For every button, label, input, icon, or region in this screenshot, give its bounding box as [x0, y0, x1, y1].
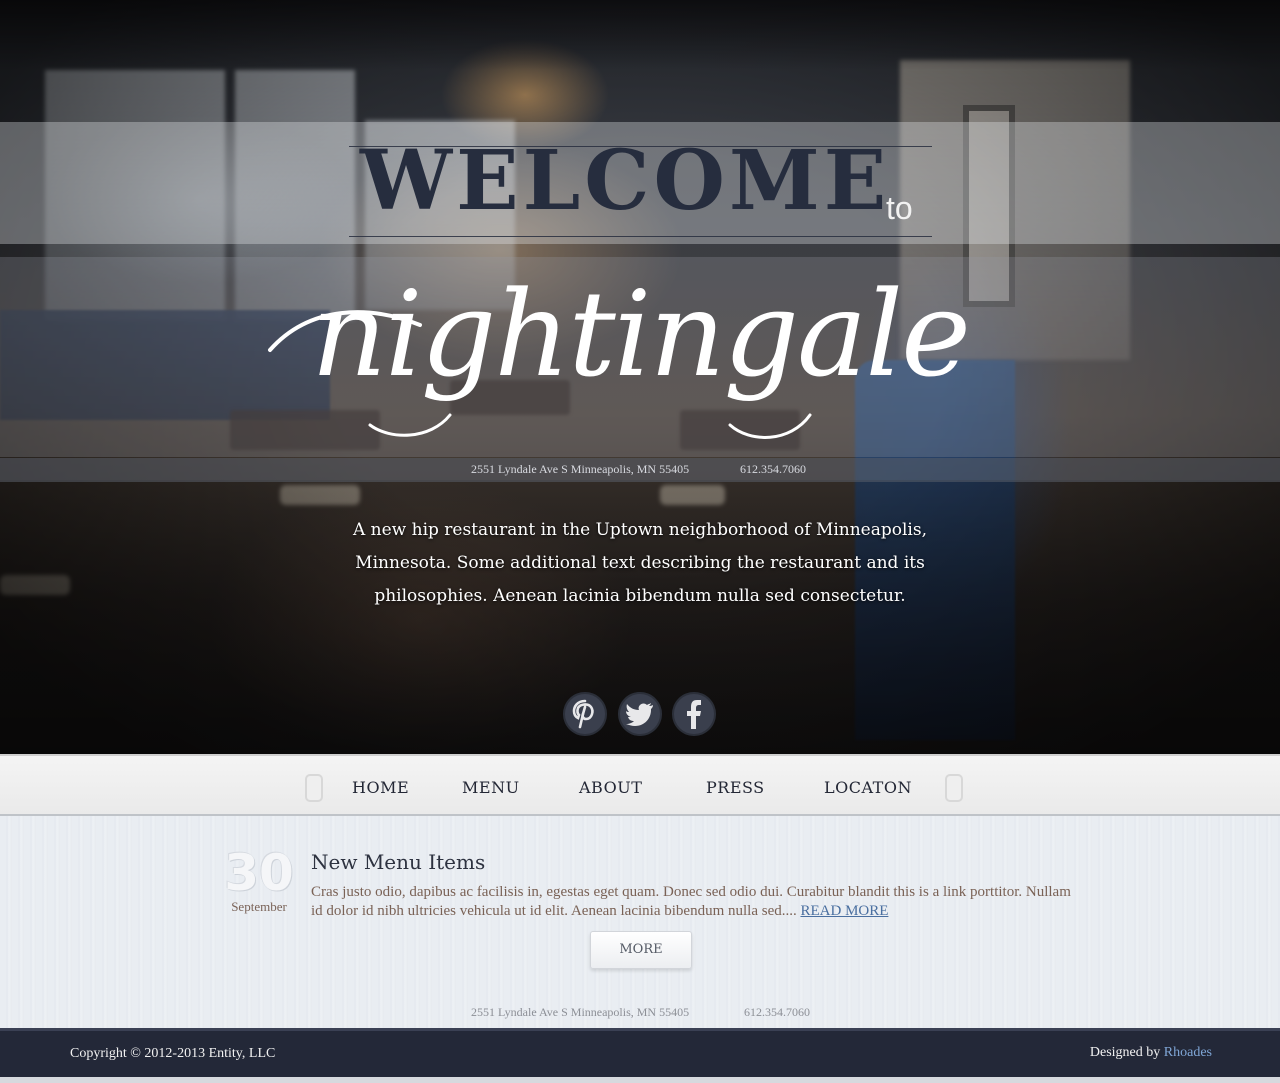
welcome-heading: WELCOME — [360, 133, 891, 229]
tagline-line: philosophies. Aenean lacinia bibendum nu… — [374, 586, 906, 606]
news-section — [0, 816, 1280, 1028]
post-excerpt: Cras justo odio, dapibus ac facilisis in… — [311, 883, 1071, 920]
read-more-link[interactable]: READ MORE — [800, 903, 888, 919]
footer-bottom-strip — [0, 1077, 1280, 1083]
post-date-day: 30 — [224, 844, 294, 902]
post-excerpt-text: Cras justo odio, dapibus ac facilisis in… — [311, 884, 1071, 919]
more-button[interactable]: MORE — [590, 931, 692, 969]
twitter-icon — [626, 703, 653, 726]
nav-item-menu[interactable]: MENU — [462, 778, 520, 797]
twitter-button[interactable] — [618, 692, 662, 736]
content-address: 2551 Lyndale Ave S Minneapolis, MN 55405 — [471, 1005, 690, 1019]
hero-tagline: A new hip restaurant in the Uptown neigh… — [340, 514, 940, 613]
nightingale-logo-text: nightingale — [311, 265, 969, 403]
facebook-icon — [687, 700, 701, 729]
nav-item-press[interactable]: PRESS — [706, 778, 765, 797]
post-title: New Menu Items — [311, 850, 486, 874]
designed-by: Designed by Rhoades — [1090, 1045, 1212, 1061]
main-nav: HOME MENU ABOUT PRESS LOCATON — [0, 754, 1280, 816]
post-date-month: September — [231, 899, 287, 914]
designer-link[interactable]: Rhoades — [1164, 1045, 1212, 1060]
hero-address: 2551 Lyndale Ave S Minneapolis, MN 55405 — [471, 462, 690, 476]
nav-left-cap — [305, 774, 323, 802]
nightingale-logo: nightingale — [268, 265, 971, 439]
nav-item-location[interactable]: LOCATON — [824, 778, 912, 797]
nav-right-cap — [945, 774, 963, 802]
facebook-button[interactable] — [672, 692, 716, 736]
nav-item-home[interactable]: HOME — [352, 778, 409, 797]
copyright-text: Copyright © 2012-2013 Entity, LLC — [70, 1046, 276, 1061]
hero-phone: 612.354.7060 — [740, 462, 806, 476]
pinterest-icon — [572, 699, 594, 729]
tagline-line: A new hip restaurant in the Uptown neigh… — [352, 520, 927, 540]
designed-by-label: Designed by — [1089, 1045, 1161, 1060]
welcome-to: to — [886, 190, 913, 226]
content-phone: 612.354.7060 — [744, 1005, 810, 1019]
nav-item-about[interactable]: ABOUT — [579, 778, 642, 797]
tagline-line: Minnesota. Some additional text describi… — [355, 553, 925, 573]
welcome-rule-bottom — [349, 236, 932, 237]
pinterest-button[interactable] — [563, 692, 607, 736]
